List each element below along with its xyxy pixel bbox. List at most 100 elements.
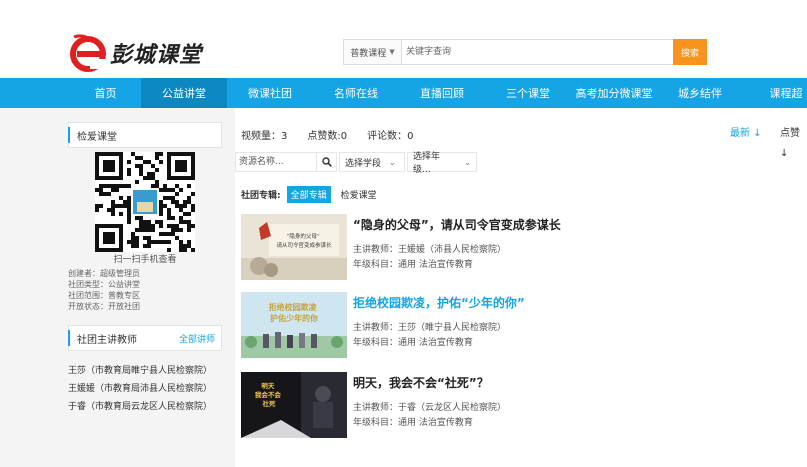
sort-likes[interactable]: 点赞 ↓ bbox=[780, 124, 807, 159]
qr-module bbox=[139, 172, 143, 176]
qr-module bbox=[175, 152, 179, 156]
stage-select[interactable]: 选择学段 ⌄ bbox=[339, 152, 405, 172]
qr-module bbox=[127, 168, 131, 172]
qr-module bbox=[187, 224, 191, 228]
course-thumbnail[interactable]: 明天 我会不会 社死 bbox=[241, 372, 347, 438]
album-label: 社团专辑: bbox=[241, 191, 281, 201]
qr-module bbox=[135, 216, 139, 220]
qr-module bbox=[111, 208, 115, 212]
qr-module bbox=[187, 240, 191, 244]
qr-module bbox=[159, 208, 163, 212]
club-meta: 创建者：超级管理员 社团类型：公益讲堂 社团范围：普教专区 开放状态：开放社团 bbox=[68, 268, 222, 312]
qr-module bbox=[171, 228, 175, 232]
chip-all-albums[interactable]: 全部专辑 bbox=[286, 186, 331, 203]
qr-module bbox=[191, 192, 195, 196]
album-chips: 社团专辑: 全部专辑 检爱课堂 bbox=[241, 186, 381, 203]
sort-latest[interactable]: 最新 ↓ bbox=[730, 124, 762, 144]
search-type-label: 普教课程 bbox=[350, 48, 387, 59]
nav-item-urban-rural[interactable]: 城乡结伴 bbox=[657, 78, 743, 108]
nav-item-micro-club[interactable]: 微课社团 bbox=[227, 78, 313, 108]
qr-module bbox=[123, 204, 127, 208]
qr-module bbox=[183, 160, 187, 164]
qr-module bbox=[107, 192, 111, 196]
grade-select[interactable]: 选择年级... ⌄ bbox=[407, 152, 477, 175]
main-content: 视频量：3 点赞数:0 评论数：0 最新 ↓ 点赞 ↓ 选择学段 ⌄ 选择年级.… bbox=[235, 108, 807, 467]
qr-module bbox=[179, 216, 183, 220]
qr-module bbox=[159, 160, 163, 164]
qr-module bbox=[191, 160, 195, 164]
qr-module bbox=[115, 152, 119, 156]
nav-item-live-replay[interactable]: 直播回顾 bbox=[399, 78, 485, 108]
nav-item-public-lecture[interactable]: 公益讲堂 bbox=[141, 78, 227, 108]
search-type-select[interactable]: 普教课程 ▼ bbox=[344, 40, 402, 64]
qr-module bbox=[159, 232, 163, 236]
thumb-text-line: 我会不会 bbox=[255, 390, 282, 399]
qr-module bbox=[143, 236, 147, 240]
qr-module bbox=[147, 172, 151, 176]
qr-module bbox=[131, 244, 135, 248]
qr-module bbox=[151, 164, 155, 168]
course-thumbnail[interactable]: 拒绝校园欺凌 护佑少年的你 bbox=[241, 292, 347, 358]
course-thumbnail[interactable]: “隐身的父母” 请从司令官变成参谋长 bbox=[241, 214, 347, 280]
qr-module bbox=[167, 172, 171, 176]
teachers-panel-title: 社团主讲教师 全部讲师 bbox=[68, 325, 222, 351]
search-button[interactable]: 搜索 bbox=[673, 39, 707, 65]
teacher-item[interactable]: 王莎（市教育局睢宁县人民检察院） bbox=[68, 362, 228, 380]
nav-item-home[interactable]: 首页 bbox=[70, 78, 141, 108]
qr-module bbox=[183, 176, 187, 180]
qr-module bbox=[175, 228, 179, 232]
course-card[interactable]: 拒绝校园欺凌 护佑少年的你 拒绝校园欺凌，护佑“少年的你” 主讲教师：王莎（睢宁… bbox=[241, 292, 801, 358]
qr-module bbox=[147, 228, 151, 232]
qr-module bbox=[147, 220, 151, 224]
qr-module bbox=[155, 156, 159, 160]
nav-item-gaokao-micro[interactable]: 高考加分微课堂 bbox=[571, 78, 657, 108]
teachers-title: 社团主讲教师 bbox=[77, 334, 137, 346]
course-card[interactable]: 明天 我会不会 社死 明天，我会不会“社死”？ 主讲教师：于睿（云龙区人民检察院… bbox=[241, 372, 801, 438]
qr-module bbox=[119, 184, 123, 188]
qr-module bbox=[175, 184, 179, 188]
course-title[interactable]: “隐身的父母”，请从司令官变成参谋长 bbox=[353, 216, 561, 233]
teacher-item[interactable]: 王媛媛（市教育局沛县人民检察院） bbox=[68, 380, 228, 398]
qr-module bbox=[147, 236, 151, 240]
qr-module bbox=[147, 240, 151, 244]
qr-module bbox=[95, 228, 99, 232]
qr-module bbox=[143, 220, 147, 224]
course-title[interactable]: 明天，我会不会“社死”？ bbox=[353, 374, 489, 391]
nav-item-famous-teacher[interactable]: 名师在线 bbox=[313, 78, 399, 108]
qr-module bbox=[111, 232, 115, 236]
qr-module bbox=[171, 216, 175, 220]
qr-module bbox=[107, 176, 111, 180]
course-card[interactable]: “隐身的父母” 请从司令官变成参谋长 “隐身的父母”，请从司令官变成参谋长 主讲… bbox=[241, 214, 801, 280]
qr-module bbox=[103, 160, 107, 164]
qr-module bbox=[111, 160, 115, 164]
nav-item-course-market[interactable]: 课程超 bbox=[743, 78, 807, 108]
qr-module bbox=[99, 192, 103, 196]
qr-module bbox=[171, 232, 175, 236]
qr-module bbox=[183, 164, 187, 168]
qr-module bbox=[167, 240, 171, 244]
qr-module bbox=[151, 224, 155, 228]
chip-jianai[interactable]: 检爱课堂 bbox=[337, 186, 381, 203]
all-teachers-link[interactable]: 全部讲师 bbox=[179, 332, 215, 345]
qr-module bbox=[155, 168, 159, 172]
qr-module bbox=[139, 168, 143, 172]
qr-module bbox=[127, 212, 131, 216]
thumb-text-line: 拒绝校园欺凌 bbox=[269, 302, 318, 312]
qr-module bbox=[155, 184, 159, 188]
qr-module bbox=[183, 200, 187, 204]
qr-module bbox=[175, 168, 179, 172]
qr-module bbox=[159, 200, 163, 204]
logo-text: 彭城课堂 bbox=[110, 42, 203, 68]
nav-item-three-classrooms[interactable]: 三个课堂 bbox=[485, 78, 571, 108]
search-icon[interactable] bbox=[317, 152, 337, 172]
search-input[interactable] bbox=[402, 40, 673, 64]
qr-module bbox=[183, 212, 187, 216]
teacher-item[interactable]: 于睿（市教育局云龙区人民检察院） bbox=[68, 398, 228, 416]
qr-module bbox=[135, 164, 139, 168]
qr-module bbox=[171, 196, 175, 200]
qr-module bbox=[107, 164, 111, 168]
qr-module bbox=[135, 244, 139, 248]
site-logo[interactable]: 彭城课堂 bbox=[68, 33, 202, 73]
course-title[interactable]: 拒绝校园欺凌，护佑“少年的你” bbox=[353, 294, 525, 311]
resource-name-input[interactable] bbox=[235, 152, 317, 172]
